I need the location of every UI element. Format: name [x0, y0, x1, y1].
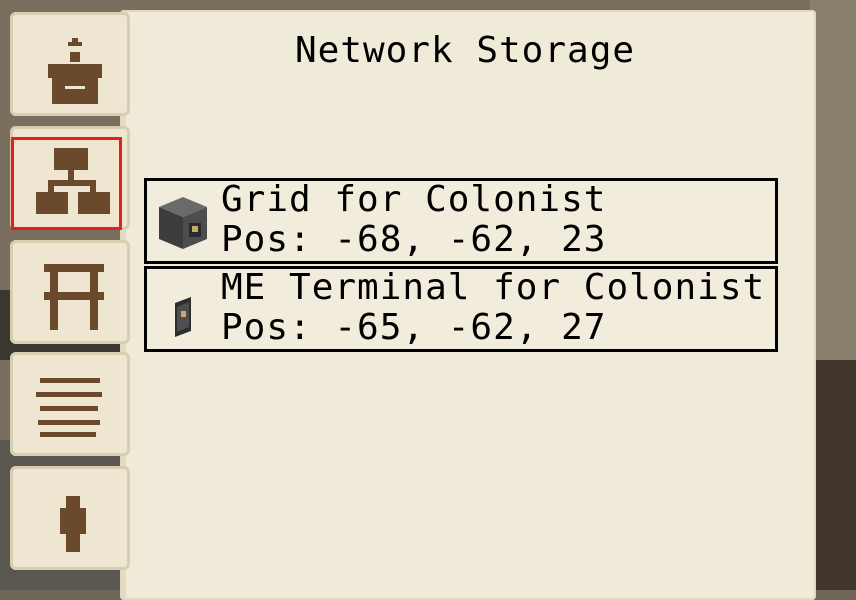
list-item-grid[interactable]: Grid for Colonist Pos: -68, -62, 23: [144, 178, 778, 264]
network-hierarchy-icon: [36, 148, 110, 214]
entry-position: Pos: -68, -62, 23: [221, 219, 607, 260]
building-plus-icon: [48, 38, 102, 104]
tab-network[interactable]: [10, 126, 130, 230]
terminal-panel-icon: [175, 297, 191, 337]
grid-block-icon: [159, 197, 207, 249]
list-item-terminal[interactable]: ME Terminal for Colonist Pos: -65, -62, …: [144, 266, 778, 352]
entry-name: Grid for Colonist: [221, 179, 607, 220]
tab-rack[interactable]: [10, 240, 130, 344]
tab-citizen[interactable]: [10, 466, 130, 570]
citizen-icon: [60, 496, 86, 552]
tab-list[interactable]: [10, 352, 130, 456]
entry-name: ME Terminal for Colonist: [221, 267, 766, 308]
page-title: Network Storage: [294, 30, 636, 71]
entry-position: Pos: -65, -62, 27: [221, 307, 607, 348]
world-floor-right: [815, 360, 856, 590]
tab-build[interactable]: [10, 12, 130, 116]
list-lines-icon: [36, 378, 102, 437]
rack-icon: [44, 264, 104, 330]
